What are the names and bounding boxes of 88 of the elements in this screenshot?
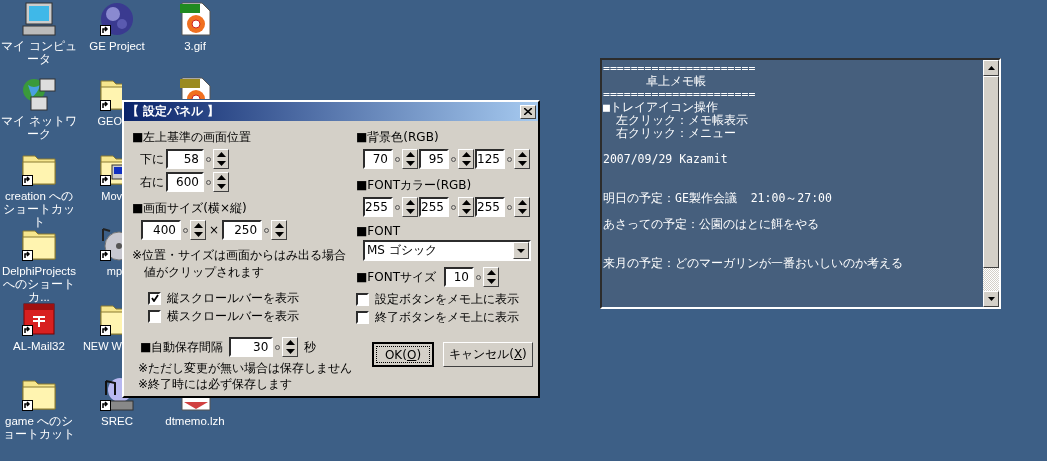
mailbox-icon	[22, 302, 56, 336]
memo-line: ======================	[603, 88, 756, 101]
icon-label[interactable]: GEO	[97, 115, 122, 128]
section-heading: ■FONTカラー(RGB)	[356, 177, 472, 193]
number-field[interactable]: 10	[444, 267, 474, 287]
close-icon	[524, 108, 532, 115]
section-heading: ■FONT	[356, 223, 400, 239]
icon-label[interactable]: AL-Mail32	[13, 340, 65, 353]
icon-label[interactable]: Mov	[101, 190, 122, 203]
dialog-button[interactable]: OK(O)	[372, 342, 434, 367]
section-heading: ■背景色(RGB)	[356, 129, 439, 145]
scrollbar[interactable]	[983, 60, 999, 307]
section-heading: ■左上基準の画面位置	[132, 129, 252, 145]
memo-line: 卓上メモ帳	[646, 75, 706, 88]
checkbox-label: 横スクロールバーを表示	[167, 308, 299, 324]
spin-buttons[interactable]	[213, 172, 229, 192]
section-heading: ■自動保存間隔	[140, 339, 224, 355]
field-label: 下に	[140, 151, 164, 167]
checkbox[interactable]	[356, 310, 369, 324]
icon-label[interactable]: NEW W	[82, 340, 122, 353]
folder-icon	[22, 227, 56, 261]
number-field[interactable]: 250	[222, 220, 263, 240]
number-field[interactable]: 125	[475, 149, 505, 169]
scroll-up-button[interactable]	[983, 60, 999, 76]
number-field[interactable]: 400	[141, 220, 181, 240]
checkbox[interactable]	[148, 309, 161, 323]
field-label: 右に	[140, 174, 164, 190]
spin-buttons[interactable]	[514, 197, 530, 217]
icon-label[interactable]: マイ コンピュータ	[0, 40, 78, 66]
dialog-button[interactable]: キャンセル(X)	[443, 342, 533, 367]
spin-buttons[interactable]	[271, 220, 288, 240]
icon-label[interactable]: DelphiProjects へのショートカ...	[0, 265, 78, 304]
icon-label[interactable]: mp	[106, 265, 122, 278]
note-text: 値がクリップされます	[144, 264, 264, 280]
icon-label[interactable]: game へのショートカット	[0, 415, 78, 441]
number-field[interactable]: 58	[166, 149, 204, 169]
memo-line: あさっての予定：公園のはとに餌をやる	[603, 218, 819, 231]
number-field[interactable]: 255	[363, 197, 393, 217]
checkbox[interactable]	[148, 291, 161, 305]
spin-buttons[interactable]	[483, 267, 499, 287]
spin-buttons[interactable]	[458, 149, 474, 169]
spin-buttons[interactable]	[190, 220, 206, 240]
memo-line: ======================	[603, 62, 756, 75]
checkbox-label: 縦スクロールバーを表示	[167, 290, 299, 306]
globe-icon	[100, 2, 134, 36]
note-text: ※ただし変更が無い場合は保存しません	[138, 360, 353, 376]
close-button[interactable]	[520, 104, 536, 119]
icon-label[interactable]: creation へのショートカット	[0, 190, 78, 229]
number-field[interactable]: 95	[419, 149, 449, 169]
memo-line: 左クリック：メモ帳表示	[616, 114, 748, 127]
window-title: 【 設定パネル 】	[127, 103, 220, 120]
multiply-sign: ×	[209, 222, 220, 238]
folder-icon	[22, 377, 56, 411]
note-text: ※終了時には必ず保存します	[138, 376, 293, 392]
memo-line: 2007/09/29 Kazamit	[603, 153, 728, 166]
spin-buttons[interactable]	[514, 149, 530, 169]
checkbox[interactable]	[356, 292, 369, 306]
number-field[interactable]: 255	[475, 197, 505, 217]
icon-label[interactable]: GE Project	[89, 40, 145, 53]
icon-label[interactable]: SREC	[101, 415, 133, 428]
spin-buttons[interactable]	[282, 337, 299, 357]
scrollbar-thumb[interactable]	[983, 76, 999, 268]
checkbox-label: 終了ボタンをメモ上に表示	[375, 309, 519, 325]
memo-line: ■トレイアイコン操作	[603, 101, 718, 114]
number-field[interactable]: 255	[419, 197, 449, 217]
memo-line: 来月の予定：どのマーガリンが一番おいしいのか考える	[603, 257, 903, 270]
up-arrow-icon	[987, 66, 995, 70]
spin-buttons[interactable]	[402, 149, 418, 169]
unit-label: 秒	[304, 339, 317, 355]
font-dropdown[interactable]: MS ゴシック	[363, 240, 531, 261]
number-field[interactable]: 70	[363, 149, 393, 169]
spin-buttons[interactable]	[213, 149, 229, 169]
memo-line: 右クリック：メニュー	[616, 127, 736, 140]
note-text: ※位置・サイズは画面からはみ出る場合	[132, 247, 347, 263]
spin-buttons[interactable]	[402, 197, 418, 217]
icon-label[interactable]: マイ ネットワーク	[0, 115, 78, 141]
spin-buttons[interactable]	[458, 197, 474, 217]
scroll-down-button[interactable]	[983, 291, 999, 307]
section-heading: ■FONTサイズ	[356, 269, 436, 285]
number-field[interactable]: 30	[229, 337, 274, 357]
section-heading: ■画面サイズ(横×縦)	[132, 200, 247, 216]
folder-icon	[22, 152, 56, 186]
icon-label[interactable]: dtmemo.lzh	[165, 415, 225, 428]
down-arrow-icon	[987, 297, 995, 301]
number-field[interactable]: 600	[166, 172, 204, 192]
icon-label[interactable]: 3.gif	[184, 40, 206, 53]
checkbox-label: 設定ボタンをメモ上に表示	[375, 291, 519, 307]
memo-line: 明日の予定：GE製作会議 21:00～27:00	[603, 192, 832, 205]
